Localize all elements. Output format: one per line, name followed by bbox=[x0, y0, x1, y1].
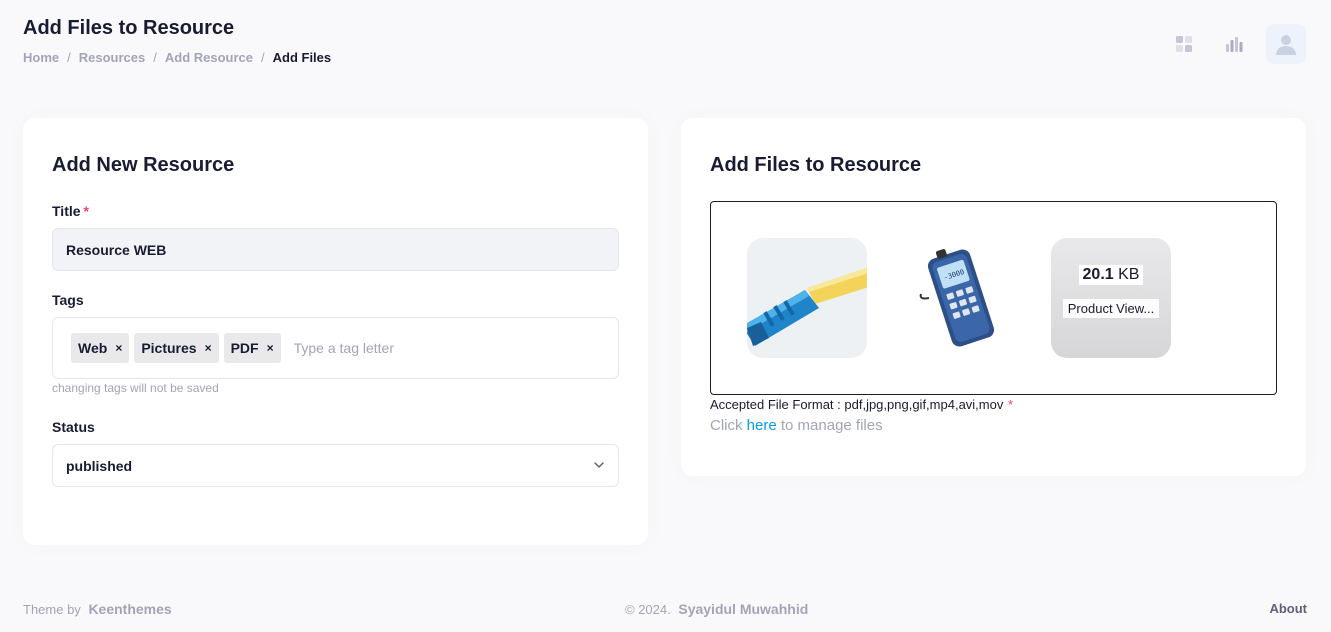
file-dropzone[interactable]: -3000 20.1 KB Product View... bbox=[710, 201, 1277, 395]
footer-theme-brand-link[interactable]: Keenthemes bbox=[88, 601, 171, 617]
file-thumbnail[interactable] bbox=[747, 238, 867, 358]
footer-theme-by: Theme by bbox=[23, 602, 81, 617]
footer-copyright: © 2024. Syayidul Muwahhid bbox=[625, 601, 808, 617]
fiber-connector-image bbox=[747, 238, 867, 358]
breadcrumb-home[interactable]: Home bbox=[23, 50, 59, 65]
title-input[interactable] bbox=[52, 228, 619, 271]
card-title: Add New Resource bbox=[52, 154, 235, 176]
file-size-unit: KB bbox=[1118, 265, 1140, 283]
file-name: Product View... bbox=[1062, 298, 1160, 318]
file-size-value: 20.1 bbox=[1082, 265, 1114, 283]
tag-remove-icon[interactable]: × bbox=[115, 341, 122, 355]
tag-chip: PDF × bbox=[223, 333, 281, 363]
tag-remove-icon[interactable]: × bbox=[267, 341, 274, 355]
header-toolbar bbox=[1166, 24, 1306, 64]
add-resource-card: Add New Resource Title* Tags Web × Pictu… bbox=[23, 118, 648, 545]
breadcrumb-resources[interactable]: Resources bbox=[79, 50, 145, 65]
file-size: 20.1 KB bbox=[1078, 264, 1144, 285]
tags-field[interactable]: Web × Pictures × PDF × bbox=[52, 317, 619, 379]
optical-power-meter-image: -3000 bbox=[899, 238, 1019, 358]
title-label-text: Title bbox=[52, 203, 81, 219]
file-thumbnail[interactable]: -3000 bbox=[899, 238, 1019, 358]
breadcrumb-add-resource[interactable]: Add Resource bbox=[165, 50, 253, 65]
accepted-formats-text: Accepted File Format : pdf,jpg,png,gif,m… bbox=[710, 397, 1004, 412]
breadcrumb-add-files: Add Files bbox=[272, 50, 332, 65]
user-avatar-icon[interactable] bbox=[1266, 24, 1306, 64]
required-mark: * bbox=[83, 203, 89, 219]
tag-chip: Pictures × bbox=[134, 333, 219, 363]
status-select[interactable]: published bbox=[52, 444, 619, 487]
tag-input[interactable] bbox=[293, 340, 494, 356]
title-label: Title * bbox=[52, 203, 89, 219]
status-label: Status bbox=[52, 419, 95, 435]
manage-suffix: to manage files bbox=[780, 417, 883, 434]
tag-chip: Web × bbox=[71, 333, 130, 363]
footer-author-link[interactable]: Syayidul Muwahhid bbox=[678, 601, 808, 617]
required-mark: * bbox=[1007, 397, 1014, 412]
footer-copyright-year: © 2024. bbox=[625, 602, 671, 617]
page-title: Add Files to Resource bbox=[23, 17, 235, 39]
chevron-down-icon bbox=[593, 458, 605, 474]
footer-about-link[interactable]: About bbox=[1269, 601, 1307, 616]
footer-theme-credit: Theme by Keenthemes bbox=[23, 601, 172, 617]
breadcrumb: Home / Resources / Add Resource / Add Fi… bbox=[23, 50, 331, 65]
breadcrumb-separator: / bbox=[153, 50, 157, 65]
card-title: Add Files to Resource bbox=[710, 154, 922, 176]
breadcrumb-separator: / bbox=[67, 50, 71, 65]
breadcrumb-separator: / bbox=[261, 50, 265, 65]
file-thumbnail[interactable]: 20.1 KB Product View... bbox=[1051, 238, 1171, 358]
manage-prefix: Click bbox=[710, 417, 743, 434]
accepted-formats: Accepted File Format : pdf,jpg,png,gif,m… bbox=[710, 397, 1013, 412]
tag-label: Pictures bbox=[141, 340, 197, 356]
dashboard-icon[interactable] bbox=[1166, 26, 1202, 62]
add-files-card: Add Files to Resource -3000 20.1 KB Prod… bbox=[681, 118, 1306, 476]
chart-icon[interactable] bbox=[1216, 26, 1252, 62]
manage-files-text: Click here to manage files bbox=[710, 417, 883, 434]
status-value: published bbox=[66, 457, 133, 474]
tag-remove-icon[interactable]: × bbox=[205, 341, 212, 355]
tags-label: Tags bbox=[52, 292, 84, 308]
tag-label: Web bbox=[78, 340, 108, 356]
tag-label: PDF bbox=[230, 340, 259, 356]
tags-hint: changing tags will not be saved bbox=[52, 381, 219, 395]
manage-files-link[interactable]: here bbox=[747, 417, 777, 434]
